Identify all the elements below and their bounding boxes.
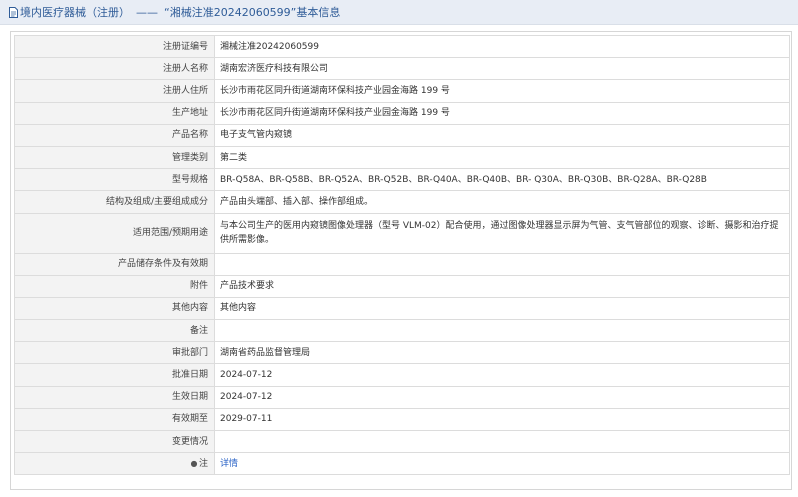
row-label: 型号规格 — [14, 168, 215, 192]
row-label: 注册人住所 — [14, 79, 215, 103]
row-value: 长沙市雨花区同升街道湖南环保科技产业园金海路 199 号 — [214, 79, 790, 103]
note-value-cell: 详情 — [214, 452, 790, 476]
row-value: 湖南省药品监督管理局 — [214, 341, 790, 365]
row-value: 电子支气管内窥镜 — [214, 123, 790, 147]
detail-link[interactable]: 详情 — [220, 459, 238, 469]
row-value: 2024-07-12 — [214, 363, 790, 387]
table-row: 管理类别 第二类 — [14, 145, 790, 170]
row-label: 产品储存条件及有效期 — [14, 252, 215, 276]
table-row: 产品储存条件及有效期 — [14, 252, 790, 276]
row-label: 注册证编号 — [14, 34, 215, 59]
row-value: 长沙市雨花区同升街道湖南环保科技产业园金海路 199 号 — [214, 101, 790, 125]
row-value — [214, 252, 790, 276]
row-label: 管理类别 — [14, 145, 215, 170]
table-row: 注册人住所 长沙市雨花区同升街道湖南环保科技产业园金海路 199 号 — [14, 79, 790, 103]
table-row: 生产地址 长沙市雨花区同升街道湖南环保科技产业园金海路 199 号 — [14, 101, 790, 125]
table-row: 变更情况 — [14, 429, 790, 454]
row-label: 变更情况 — [14, 429, 215, 454]
table-row: 结构及组成/主要组成成分 产品由头端部、插入部、操作部组成。 — [14, 190, 790, 214]
table-row: 审批部门 湖南省药品监督管理局 — [14, 341, 790, 365]
row-value: 2029-07-11 — [214, 407, 790, 432]
row-value: 产品由头端部、插入部、操作部组成。 — [214, 190, 790, 214]
table-row: 注册证编号 湘械注准20242060599 — [14, 34, 790, 59]
row-label: 生效日期 — [14, 385, 215, 409]
row-label: 备注 — [14, 319, 215, 343]
table-row: 附件 产品技术要求 — [14, 274, 790, 298]
note-label: 注 — [198, 458, 208, 469]
page-header: 境内医疗器械（注册） —— “湘械注准20242060599”基本信息 — [0, 0, 798, 25]
table-row: 型号规格 BR-Q58A、BR-Q58B、BR-Q52A、BR-Q52B、BR-Q… — [14, 168, 790, 192]
table-row: 其他内容 其他内容 — [14, 296, 790, 321]
row-label: 产品名称 — [14, 123, 215, 147]
row-label: 审批部门 — [14, 341, 215, 365]
row-label: 结构及组成/主要组成成分 — [14, 190, 215, 214]
table-row: 批准日期 2024-07-12 — [14, 363, 790, 387]
row-value: 2024-07-12 — [214, 385, 790, 409]
table-row: 生效日期 2024-07-12 — [14, 385, 790, 409]
row-value: 湘械注准20242060599 — [214, 34, 790, 59]
table-row: 产品名称 电子支气管内窥镜 — [14, 123, 790, 147]
row-value — [214, 319, 790, 343]
table-row: 适用范围/预期用途 与本公司生产的医用内窥镜图像处理器（型号 VLM-02）配合使… — [14, 212, 790, 254]
table-row-note: ● 注详情 — [14, 452, 790, 476]
row-label: 批准日期 — [14, 363, 215, 387]
note-label-cell: ● 注 — [14, 452, 215, 476]
row-label: 其他内容 — [14, 296, 215, 321]
row-value: 产品技术要求 — [214, 274, 790, 298]
table-row: 备注 — [14, 319, 790, 343]
row-label: 有效期至 — [14, 407, 215, 432]
header-title: “湘械注准20242060599”基本信息 — [164, 6, 341, 19]
row-value: 湖南宏济医疗科技有限公司 — [214, 57, 790, 81]
row-value: 第二类 — [214, 145, 790, 170]
header-category: 境内医疗器械（注册） — [20, 6, 130, 19]
header-separator: —— — [136, 5, 158, 19]
info-table: 注册证编号 湘械注准20242060599 注册人名称 湖南宏济医疗科技有限公司 注册人… — [14, 34, 790, 476]
row-label: 附件 — [14, 274, 215, 298]
row-value: 其他内容 — [214, 296, 790, 321]
row-value: 与本公司生产的医用内窥镜图像处理器（型号 VLM-02）配合使用，通过图像处理器… — [214, 212, 790, 254]
table-row: 有效期至 2029-07-11 — [14, 407, 790, 432]
info-icon: ● — [190, 458, 198, 468]
row-label: 注册人名称 — [14, 57, 215, 81]
row-label: 适用范围/预期用途 — [14, 212, 215, 254]
row-value — [214, 429, 790, 454]
row-label: 生产地址 — [14, 101, 215, 125]
row-value: BR-Q58A、BR-Q58B、BR-Q52A、BR-Q52B、BR-Q40A、… — [214, 168, 790, 192]
table-row: 注册人名称 湖南宏济医疗科技有限公司 — [14, 57, 790, 81]
document-icon — [9, 6, 18, 18]
